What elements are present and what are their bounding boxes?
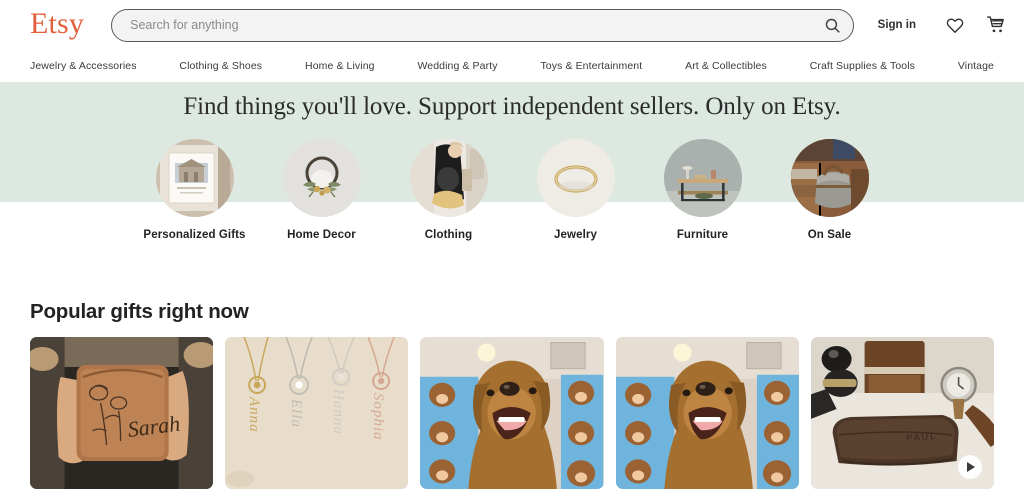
framed-house-art-print-image [155, 139, 234, 217]
product-card-personalized-wallet[interactable]: PAUL [810, 337, 995, 489]
product-card-list: Sarah Anna Ella Hanna Sophia PAUL [30, 337, 995, 489]
section-title: Popular gifts right now [30, 300, 249, 323]
popular-gifts-section: Popular gifts right now Sarah Anna Ella … [0, 300, 1024, 489]
nav-item-vintage[interactable]: Vintage [958, 60, 994, 72]
play-icon [967, 462, 976, 472]
search-input[interactable] [111, 8, 854, 42]
nav-item-toys-entertainment[interactable]: Toys & Entertainment [540, 60, 642, 72]
shopping-cart-icon [986, 16, 1004, 33]
category-jewelry[interactable]: Jewelry [524, 139, 627, 242]
wooden-console-table-image [663, 139, 742, 217]
product-card-custom-pet-blanket[interactable] [615, 337, 799, 489]
sign-in-button[interactable]: Sign in [878, 19, 916, 31]
category-home-decor[interactable]: Home Decor [270, 139, 373, 242]
video-play-button[interactable] [958, 455, 983, 479]
nav-item-clothing-shoes[interactable]: Clothing & Shoes [179, 60, 262, 72]
custom-pet-face-blanket-dog-image [615, 337, 799, 489]
favorites-button[interactable] [944, 14, 966, 36]
product-card-birth-flower-necklaces[interactable]: Anna Ella Hanna Sophia [225, 337, 409, 489]
svg-text:Anna: Anna [246, 396, 262, 433]
category-clothing[interactable]: Clothing [397, 139, 500, 242]
category-circles: Personalized Gifts Home Decor Clothing J… [0, 139, 1024, 242]
svg-text:Sophia: Sophia [370, 393, 386, 441]
category-label: On Sale [807, 229, 852, 241]
site-header: Etsy Sign in [0, 0, 1024, 50]
nav-item-wedding-party[interactable]: Wedding & Party [417, 60, 497, 72]
nav-item-jewelry-accessories[interactable]: Jewelry & Accessories [30, 60, 137, 72]
svg-text:Ella: Ella [288, 398, 304, 428]
category-label: Furniture [676, 229, 729, 241]
category-label: Personalized Gifts [143, 229, 246, 241]
product-card-personalized-jewelry-case[interactable]: Sarah [30, 337, 214, 489]
category-label: Clothing [424, 229, 473, 241]
svg-text:Hanna: Hanna [330, 388, 346, 435]
category-on-sale[interactable]: On Sale [778, 139, 881, 242]
cart-button[interactable] [985, 14, 1007, 36]
hero-section: Find things you'll love. Support indepen… [0, 82, 1024, 287]
nav-item-craft-supplies-tools[interactable]: Craft Supplies & Tools [810, 60, 915, 72]
category-nav: Jewelry & Accessories Clothing & Shoes H… [0, 50, 1024, 82]
dried-flower-wreath-image [282, 139, 361, 217]
search-button[interactable] [818, 12, 848, 38]
woman-in-black-dress-image [409, 139, 488, 217]
custom-pet-face-blanket-dog-image [420, 337, 604, 489]
category-furniture[interactable]: Furniture [651, 139, 754, 242]
personalized-leather-jewelry-case-image: Sarah [30, 337, 214, 489]
gray-canvas-duffel-bag-image [790, 139, 869, 217]
heart-icon [946, 17, 964, 33]
category-label: Jewelry [554, 229, 597, 241]
hero-tagline: Find things you'll love. Support indepen… [183, 93, 841, 120]
category-personalized-gifts[interactable]: Personalized Gifts [143, 139, 246, 242]
search-icon [825, 18, 840, 33]
nav-item-art-collectibles[interactable]: Art & Collectibles [685, 60, 767, 72]
search-bar [111, 8, 854, 42]
nav-item-home-living[interactable]: Home & Living [305, 60, 375, 72]
etsy-logo[interactable]: Etsy [30, 9, 84, 41]
product-card-custom-pet-blanket[interactable] [420, 337, 604, 489]
birth-flower-name-necklaces-image: Anna Ella Hanna Sophia [225, 337, 409, 489]
category-label: Home Decor [287, 229, 356, 241]
gold-bangle-bracelet-image [536, 139, 615, 217]
